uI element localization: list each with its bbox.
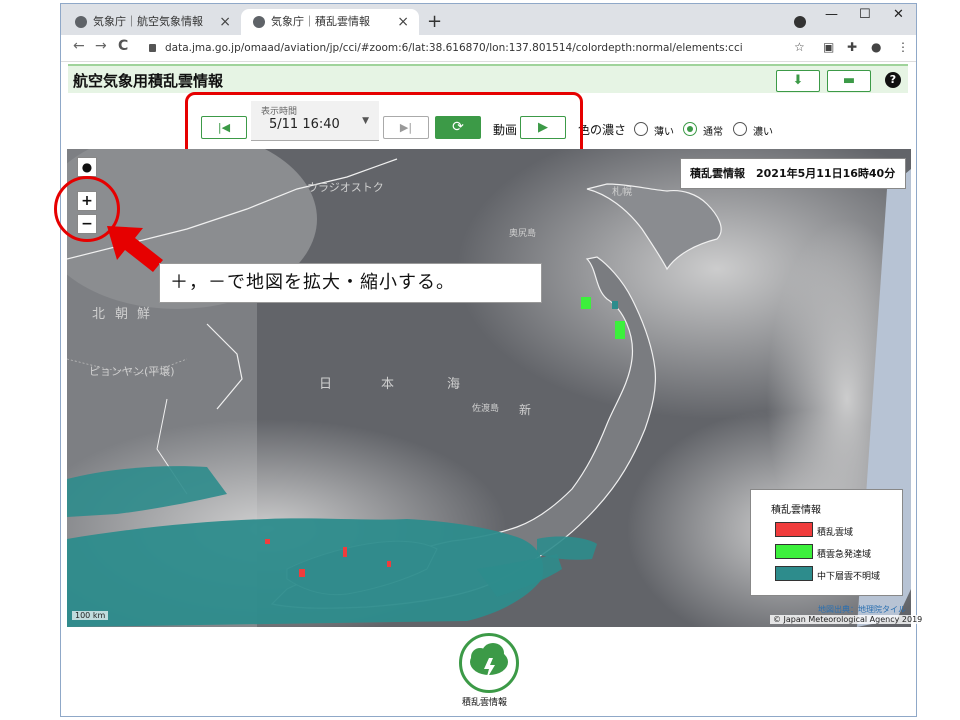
tab-cumulonimbus[interactable]: 気象庁｜積乱雲情報 × — [241, 9, 419, 35]
map-label-nii: 新 — [519, 403, 532, 417]
map-attribution-link[interactable]: 地図出典：地理院タイル — [818, 604, 906, 615]
legend-swatch-rapid-development — [775, 544, 813, 559]
density-label: 色の濃さ — [578, 123, 627, 137]
map-label-sapporo: 札幌 — [612, 187, 632, 198]
map-label-okushiri: 奥尻島 — [509, 229, 537, 239]
star-icon[interactable]: ☆ — [794, 40, 805, 54]
more-icon[interactable]: ⋮ — [897, 40, 909, 54]
page-title: 航空気象用積乱雲情報 — [73, 72, 224, 90]
map-copyright: © Japan Meteorological Agency 2019 — [770, 615, 926, 624]
address-bar: ← → C data.jma.go.jp/omaad/aviation/jp/c… — [61, 35, 916, 62]
map-label-kai: 海 — [447, 377, 461, 392]
map-label-nichi: 日 — [319, 377, 333, 392]
maximize-button[interactable]: ☐ — [859, 7, 871, 22]
globe-icon — [253, 16, 265, 28]
url-field[interactable]: data.jma.go.jp/omaad/aviation/jp/cci/#zo… — [165, 39, 743, 57]
map-label-kita: 北 — [92, 307, 106, 322]
minimize-button[interactable]: — — [825, 7, 838, 22]
pdf-icon[interactable]: ▣ — [823, 40, 834, 54]
page-header: 航空気象用積乱雲情報 ⬇ ▬ ? — [68, 64, 908, 93]
new-tab-button[interactable]: + — [427, 9, 442, 35]
annotation-arrow — [107, 226, 163, 272]
print-icon: ▬ — [842, 73, 856, 88]
tab-aviation[interactable]: 気象庁｜航空気象情報 × — [63, 9, 241, 35]
legend-title: 積乱雲情報 — [771, 505, 821, 516]
density-radio-normal[interactable] — [683, 122, 697, 136]
close-icon[interactable]: × — [219, 9, 231, 35]
globe-icon — [75, 16, 87, 28]
map-label-vladivostok: ウラジオストク — [307, 181, 384, 194]
map-scale: 100 km — [72, 611, 109, 620]
location-button[interactable]: ● — [77, 157, 97, 177]
map-label-sen: 鮮 — [137, 307, 151, 322]
puzzle-icon[interactable]: ✚ — [847, 40, 857, 54]
map-timestamp: 積乱雲情報 2021年5月11日16時40分 — [680, 158, 906, 189]
reload-button[interactable]: C — [118, 38, 128, 54]
legend-swatch-cumulonimbus — [775, 522, 813, 537]
legend-label-cumulonimbus: 積乱雲域 — [817, 528, 854, 538]
footer-label: 積乱雲情報 — [462, 698, 508, 708]
legend-swatch-unknown — [775, 566, 813, 581]
map-label-cho: 朝 — [115, 307, 129, 322]
density-label-light: 薄い — [654, 127, 674, 138]
density-radio-light[interactable] — [634, 122, 648, 136]
density-label-dark: 濃い — [753, 127, 773, 138]
forward-button[interactable]: → — [95, 38, 107, 54]
back-button[interactable]: ← — [73, 38, 85, 54]
print-button[interactable]: ▬ — [827, 70, 871, 92]
help-icon[interactable]: ? — [885, 72, 901, 88]
tab-strip: 気象庁｜航空気象情報 × 気象庁｜積乱雲情報 × + — ☐ ✕ — [61, 4, 916, 35]
media-icon[interactable] — [794, 16, 806, 28]
tab-title: 気象庁｜積乱雲情報 — [271, 15, 370, 28]
density-radio-dark[interactable] — [733, 122, 747, 136]
map-label-sado: 佐渡島 — [472, 404, 500, 414]
close-icon[interactable]: × — [397, 9, 409, 35]
cumulonimbus-icon[interactable] — [459, 633, 519, 693]
close-button[interactable]: ✕ — [893, 7, 904, 22]
legend-label-rapid-development: 積雲急発達域 — [817, 550, 872, 560]
profile-icon[interactable]: ● — [871, 40, 881, 54]
density-label-normal: 通常 — [703, 127, 723, 138]
lock-icon — [149, 44, 156, 52]
legend-label-unknown: 中下層雲不明域 — [817, 572, 881, 582]
download-button[interactable]: ⬇ — [776, 70, 820, 92]
cloud-lightning-icon — [470, 643, 508, 680]
map-label-pyongyang: ピョンヤン(平壌) — [89, 365, 175, 378]
tab-title: 気象庁｜航空気象情報 — [93, 15, 203, 28]
annotation-callout: ＋，－で地図を拡大・縮小する。 — [159, 263, 542, 303]
download-icon: ⬇ — [792, 73, 804, 88]
location-pin-icon: ● — [81, 160, 93, 174]
map-legend: 積乱雲情報 積乱雲域 積雲急発達域 中下層雲不明域 — [750, 489, 903, 596]
map-label-hon: 本 — [381, 377, 395, 392]
